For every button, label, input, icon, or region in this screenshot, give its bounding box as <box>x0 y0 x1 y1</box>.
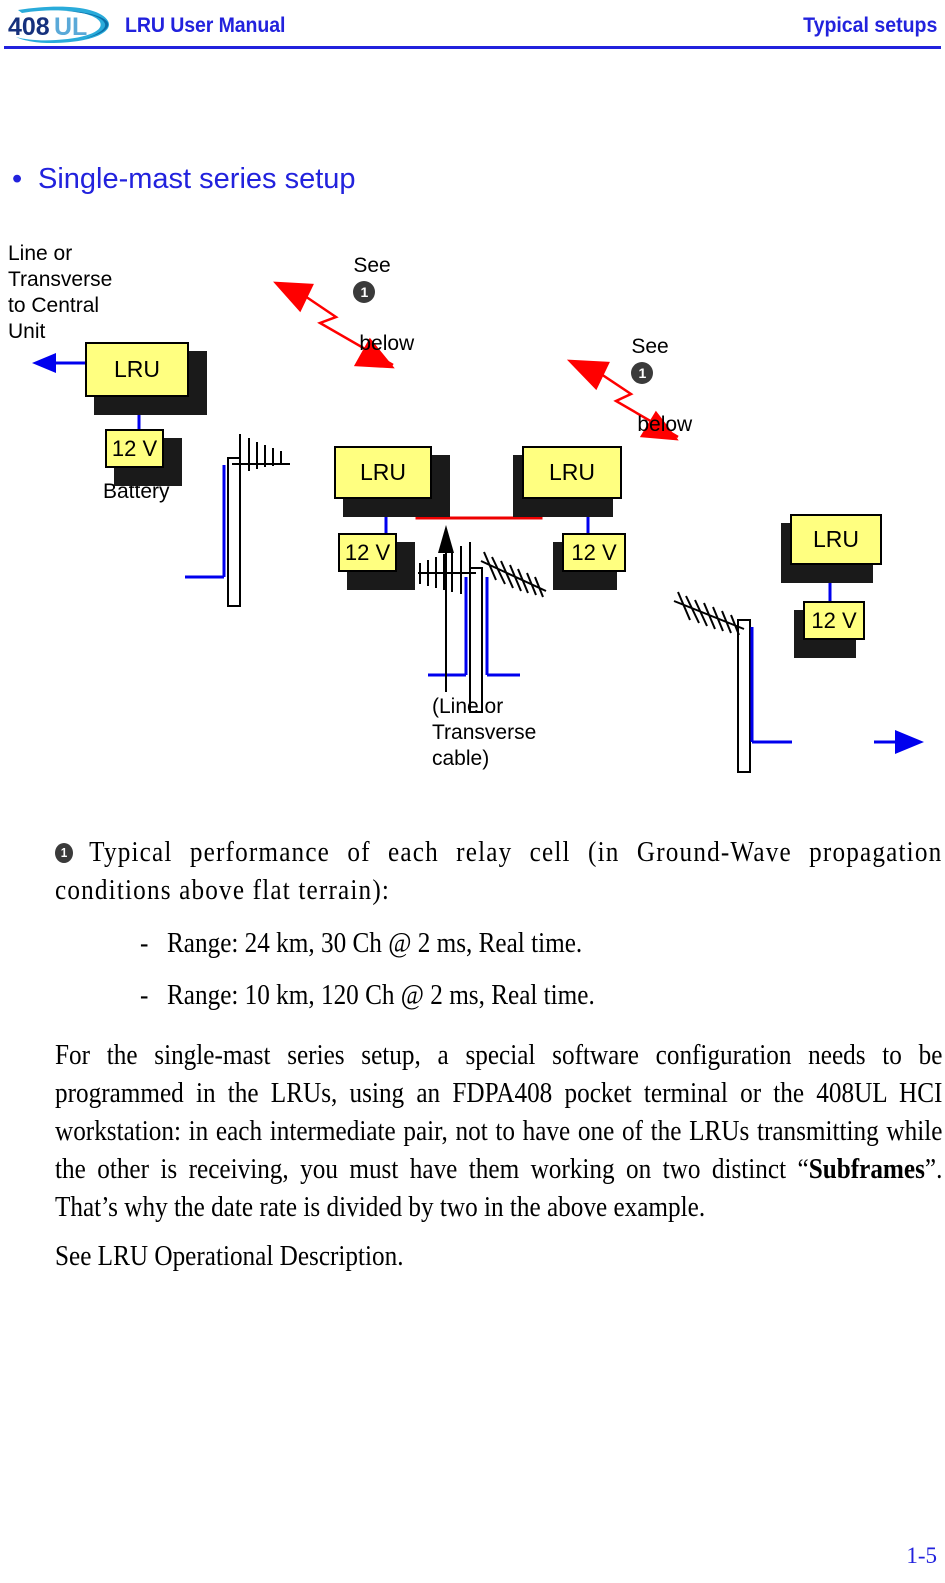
svg-text:UL: UL <box>54 13 87 41</box>
bullet-dash-2: - <box>140 980 149 1011</box>
page-header: 408 UL LRU User Manual Typical setups <box>0 0 945 52</box>
logo-408ul: 408 UL <box>4 2 116 47</box>
header-section-title: Typical setups <box>802 14 937 37</box>
label-center-cable: (Line or Transverse cable) <box>432 695 537 770</box>
cable-callout-arrow <box>438 525 454 692</box>
note-badge: 1 <box>55 842 73 863</box>
lru-mid-right-face: LRU <box>522 446 622 499</box>
bullet-glyph: • <box>12 163 23 195</box>
header-rule <box>4 46 941 49</box>
setup-diagram: Line or Transverse to Central Unit Batte… <box>0 205 945 805</box>
lru-mid-right: LRU <box>513 446 622 517</box>
see-also-paragraph: See LRU Operational Description. <box>55 1241 404 1272</box>
battery-mid-right: 12 V <box>553 533 626 590</box>
page-number: 1-5 <box>906 1543 937 1568</box>
below-text-1: below <box>359 332 415 355</box>
battery-mid-left: 12 V <box>338 533 415 590</box>
antenna-right <box>673 591 745 636</box>
lru-right-face: LRU <box>790 514 882 565</box>
antenna-left <box>232 434 290 473</box>
see-text-1: See <box>353 254 391 277</box>
bullet-text-1: Range: 24 km, 30 Ch @ 2 ms, Real time. <box>167 928 583 959</box>
battery-left-face: 12 V <box>105 429 164 468</box>
battery-right-face: 12 V <box>803 601 865 640</box>
note-paragraph: 1 Typical performance of each relay cell… <box>55 834 942 910</box>
battery-mid-right-face: 12 V <box>562 533 626 572</box>
feeder-left <box>185 465 226 579</box>
svg-text:408: 408 <box>8 13 50 41</box>
see-text-2: See <box>631 335 669 358</box>
main-paragraph: For the single-mast series setup, a spec… <box>55 1037 942 1227</box>
page-title-text: Single-mast series setup <box>38 163 356 195</box>
bullet-item-1: - Range: 24 km, 30 Ch @ 2 ms, Real time. <box>140 925 860 963</box>
battery-mid-left-face: 12 V <box>338 533 397 572</box>
note-text: Typical performance of each relay cell (… <box>55 837 943 906</box>
battery-left: 12 V <box>105 429 182 486</box>
antenna-center-right <box>480 551 547 598</box>
header-document-title: LRU User Manual <box>125 14 286 37</box>
lru-mid-left: LRU <box>334 446 450 517</box>
battery-right: 12 V <box>794 601 865 658</box>
lru-left: LRU <box>85 342 207 415</box>
bullet-dash-1: - <box>140 928 149 959</box>
link-arrow-left <box>32 353 88 373</box>
feeder-right <box>750 627 792 744</box>
label-see-below-1: See 1 below <box>330 227 414 383</box>
callout-badge-1: 1 <box>353 281 376 304</box>
label-left-link: Line or Transverse to Central Unit <box>8 242 113 343</box>
callout-badge-2: 1 <box>631 362 654 385</box>
link-arrow-right <box>874 730 924 754</box>
lru-left-face: LRU <box>85 342 189 397</box>
subframes-term: Subframes <box>808 1154 925 1185</box>
bullet-text-2: Range: 10 km, 120 Ch @ 2 ms, Real time. <box>167 980 595 1011</box>
lru-mid-left-face: LRU <box>334 446 432 499</box>
below-text-2: below <box>637 413 693 436</box>
page-title: • Single-mast series setup <box>12 163 356 196</box>
lru-right: LRU <box>781 514 882 583</box>
bullet-item-2: - Range: 10 km, 120 Ch @ 2 ms, Real time. <box>140 977 860 1015</box>
label-see-below-2: See 1 below <box>608 308 692 464</box>
